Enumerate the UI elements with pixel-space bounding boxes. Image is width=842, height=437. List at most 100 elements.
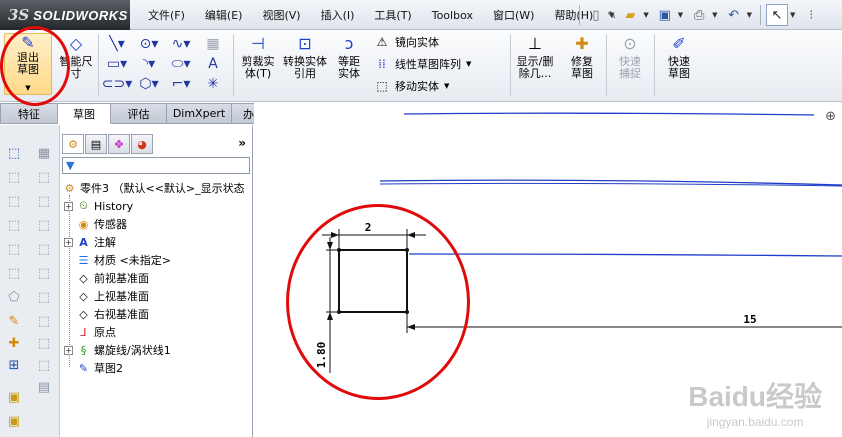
menu-insert[interactable]: 插入(I) [311,7,365,23]
tree-item-sketch2[interactable]: ✎ 草图2 [76,359,123,377]
layer2-icon[interactable]: ▣ [4,411,24,431]
surface-grid-icon[interactable]: ▦ [197,34,229,54]
ellipse-tool-icon[interactable]: ⬭▾ [165,54,197,74]
display-delete-relations-button[interactable]: ⊥ 显示/删除几... [514,33,556,80]
expand-toggle[interactable]: + [64,201,73,211]
open-folder-icon[interactable]: ▰ [619,4,641,26]
instant3d-icon[interactable]: ⊞ [4,355,24,375]
repair-sketch-button[interactable]: ✚ 修复草图 [562,33,602,80]
select-dropdown-icon[interactable]: ▼ [790,11,795,19]
dimension-text-width[interactable]: 2 [365,221,372,234]
layer-icon[interactable]: ▣ [4,387,24,407]
save-dropdown-icon[interactable]: ▼ [678,11,683,19]
expand-toggle[interactable]: + [64,237,73,247]
sketch-pencil-icon[interactable]: ✎ [4,311,24,331]
dimension-text-length[interactable]: 15 [743,313,756,326]
tree-item-right-plane[interactable]: ◇ 右视基准面 [76,305,149,323]
new-dropdown-icon[interactable]: ▼ [609,11,614,19]
linear-pattern-button[interactable]: ⁞⁞ 线性草图阵列 ▼ [374,56,471,72]
tab-features[interactable]: 特征 [0,103,58,124]
shell-icon[interactable]: ⬚ [4,239,24,259]
cut-icon[interactable]: ⬚ [34,167,54,187]
separator [233,34,234,96]
menu-edit[interactable]: 编辑(E) [195,7,253,23]
tree-item-material[interactable]: ☰ 材质 <未指定> [76,251,171,269]
undo-dropdown-icon[interactable]: ▼ [747,11,752,19]
draft-icon[interactable]: ⬚ [4,263,24,283]
tree-item-origin[interactable]: ⅃ 原点 [76,323,116,341]
tree-item-sensors[interactable]: ◉ 传感器 [76,215,127,233]
tab-dimxpert[interactable]: DimXpert [167,103,232,124]
reference-icon[interactable]: ⬚ [34,355,54,375]
chevron-down-icon[interactable]: ▼ [466,60,471,68]
loft-icon[interactable]: ⬚ [34,191,54,211]
mirror-feature-icon[interactable]: ⬚ [34,311,54,331]
polygon-tool-icon[interactable]: ⬡▾ [133,74,165,94]
convert-entities-button[interactable]: ⊡ 转换实体引用 [282,33,328,80]
print-dropdown-icon[interactable]: ▼ [712,11,717,19]
new-document-icon[interactable]: ▯ [585,4,607,26]
fillet-feature-icon[interactable]: ⬚ [4,215,24,235]
line-tool-icon[interactable]: ╲▾ [101,34,133,54]
slot-tool-icon[interactable]: ⊂⊃▾ [101,74,133,94]
point-tool-icon[interactable]: ✳ [197,74,229,94]
expand-toggle[interactable]: + [64,345,73,355]
smart-dimension-button[interactable]: ◇ 智能尺寸 [55,33,97,80]
open-dropdown-icon[interactable]: ▼ [643,11,648,19]
circle-tool-icon[interactable]: ⊙▾ [133,34,165,54]
exit-sketch-button[interactable]: ✎ 退出草图 ▼ [4,33,52,95]
tree-item-top-plane[interactable]: ◇ 上视基准面 [76,287,149,305]
chamfer-icon[interactable]: ⬚ [34,215,54,235]
tree-item-front-plane[interactable]: ◇ 前视基准面 [76,269,149,287]
menu-tools[interactable]: 工具(T) [364,7,421,23]
sketch-rectangle[interactable] [338,249,408,313]
menu-file[interactable]: 文件(F) [138,7,195,23]
pattern-icon[interactable]: ⬚ [34,263,54,283]
tree-item-helix[interactable]: + § 螺旋线/涡状线1 [64,341,171,359]
repair-icon[interactable]: ✚ [4,333,24,353]
arc-tool-icon[interactable]: ◝▾ [133,54,165,74]
rectangle-tool-icon[interactable]: ▭▾ [101,54,133,74]
extrude-boss-icon[interactable]: ⬚ [4,143,24,163]
separator [759,5,761,25]
property-manager-tab-icon[interactable]: ▤ [85,134,107,154]
dimension-text-height[interactable]: 1.80 [315,342,328,369]
tab-evaluate[interactable]: 评估 [111,103,167,124]
rib-icon[interactable]: ⬚ [34,239,54,259]
dome-icon[interactable]: ⬠ [4,287,24,307]
print-icon[interactable]: ⎙ [688,4,710,26]
tree-filter-input[interactable]: ▼ [62,157,250,174]
menu-view[interactable]: 视图(V) [252,7,310,23]
feature-tree-tab-icon[interactable]: ⚙ [62,134,84,154]
text-tool-icon[interactable]: A [197,54,229,74]
move-entities-button[interactable]: ⬚ 移动实体 ▼ [374,78,449,94]
trim-entities-button[interactable]: ⊣ 剪裁实体(T) [237,33,279,80]
save-icon[interactable]: ▣ [654,4,676,26]
hole-icon[interactable]: ⬚ [34,333,54,353]
tree-root-part[interactable]: ⚙ 零件3 （默认<<默认>_显示状态 [62,179,245,197]
curves-icon[interactable]: ▤ [34,377,54,397]
display-manager-tab-icon[interactable]: ◕ [131,134,153,154]
grid-icon[interactable]: ▦ [34,143,54,163]
menu-toolbox[interactable]: Toolbox [422,9,483,22]
mirror-entities-button[interactable]: ⚠ 镜向实体 [374,34,439,50]
offset-entities-button[interactable]: ↄ 等距实体 [330,33,368,80]
chevron-down-icon[interactable]: ▼ [444,82,449,90]
rapid-sketch-button[interactable]: ✐ 快速草图 [658,33,700,80]
sweep-icon[interactable]: ⬚ [4,191,24,211]
menu-window[interactable]: 窗口(W) [483,7,544,23]
spline-tool-icon[interactable]: ∿▾ [165,34,197,54]
quick-snaps-button[interactable]: ⊙ 快速捕捉 [609,33,651,80]
tab-sketch[interactable]: 草图 [58,103,111,124]
rebuild-traffic-light-icon[interactable]: ⁝ [800,4,822,26]
wrap-icon[interactable]: ⬚ [34,287,54,307]
undo-icon[interactable]: ↶ [723,4,745,26]
expand-panel-icon[interactable]: » [238,136,246,150]
tree-item-annotations[interactable]: + A 注解 [64,233,116,251]
revolve-icon[interactable]: ⬚ [4,167,24,187]
configuration-manager-tab-icon[interactable]: ✥ [108,134,130,154]
graphics-area[interactable]: ⊕ 2 1.80 15 Baidu经验 jingyan.baidu.com [254,103,842,437]
select-cursor-icon[interactable]: ↖ [765,4,788,26]
tree-item-history[interactable]: + ⏲ History [64,197,133,215]
fillet-tool-icon[interactable]: ⌐▾ [165,74,197,94]
